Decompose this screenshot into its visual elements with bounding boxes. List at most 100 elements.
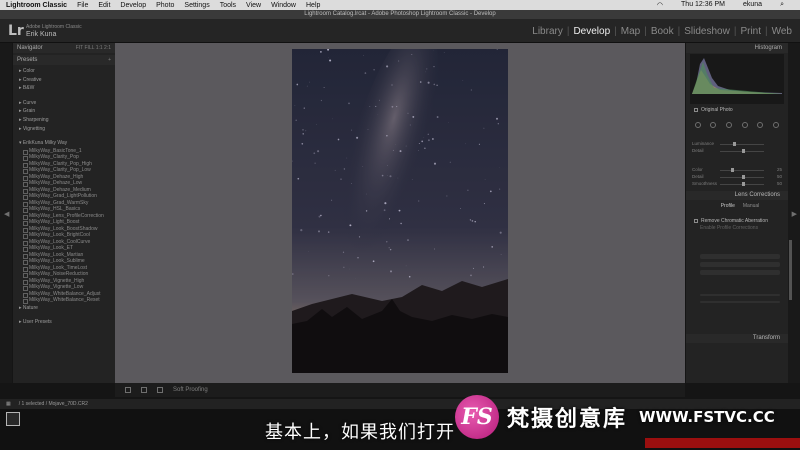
preset-group-mid-3[interactable]: ▸ Vignetting: [19, 125, 115, 134]
filmstrip-info[interactable]: / 1 selected / Mojave_70D.CR2: [19, 401, 88, 407]
preset-group-mid-1[interactable]: ▸ Grain: [19, 107, 115, 116]
presets-header[interactable]: Presets +: [13, 55, 115, 65]
navigator-label: Navigator: [17, 45, 43, 51]
menu-view[interactable]: View: [246, 2, 261, 9]
slider-smoothness[interactable]: Smoothness 50: [690, 181, 784, 188]
user-name: Erik Kuna: [26, 31, 57, 38]
watermark: FS 梵摄创意库 WWW.FSTVC.CC: [455, 395, 775, 439]
preset-item[interactable]: MilkyWay_WhiteBalance_Reset: [19, 297, 115, 304]
red-eye-tool-icon[interactable]: [726, 122, 733, 128]
preset-group-mid-2[interactable]: ▸ Sharpening: [19, 116, 115, 125]
menu-help[interactable]: Help: [306, 2, 320, 9]
menu-settings[interactable]: Settings: [184, 2, 209, 9]
module-map[interactable]: Map: [621, 26, 640, 37]
tab-profile[interactable]: Profile: [721, 203, 735, 209]
slider-label: Luminance: [692, 141, 715, 146]
menu-tools[interactable]: Tools: [220, 2, 236, 9]
module-web[interactable]: Web: [772, 26, 792, 37]
lens-corrections-header[interactable]: Lens Corrections: [686, 191, 788, 200]
adjustment-brush-icon[interactable]: [773, 122, 780, 128]
module-print[interactable]: Print: [740, 26, 761, 37]
tab-manual[interactable]: Manual: [743, 203, 759, 209]
slider-knob[interactable]: [742, 182, 745, 186]
filmstrip-thumbnail[interactable]: [6, 412, 20, 426]
lens-profile-field[interactable]: [700, 270, 780, 275]
lens-make-field[interactable]: [700, 254, 780, 259]
slider-knob[interactable]: [742, 149, 745, 153]
window-title: Lightroom Catalog.lrcat - Adobe Photosho…: [0, 10, 800, 19]
before-after-icon[interactable]: [141, 387, 147, 393]
preset-group-mid-0[interactable]: ▸ Curve: [19, 99, 115, 108]
milky-way-photo[interactable]: [292, 49, 508, 373]
slider-track[interactable]: [720, 144, 764, 145]
remove-ca-label: Remove Chromatic Aberration: [701, 218, 768, 224]
module-develop[interactable]: Develop: [573, 26, 610, 37]
user-menu[interactable]: ekuna: [743, 1, 762, 9]
transform-header[interactable]: Transform: [686, 334, 788, 343]
menu-develop[interactable]: Develop: [120, 2, 146, 9]
remove-chromatic-aberration-checkbox[interactable]: Remove Chromatic Aberration: [694, 218, 768, 224]
navigator-zoom[interactable]: FIT FILL 1:1 2:1: [76, 45, 111, 51]
crop-tool-icon[interactable]: [694, 122, 701, 128]
slider-label: Smoothness: [692, 181, 718, 186]
presets-label: Presets: [17, 57, 38, 63]
video-subtitle: 基本上，如果我们打开: [265, 422, 455, 443]
preset-group-user[interactable]: ▸ User Presets: [19, 318, 115, 327]
soft-proofing-checkbox[interactable]: [157, 387, 163, 393]
vignetting-slider[interactable]: [700, 301, 780, 303]
slider-label: Color: [692, 167, 703, 172]
slider-knob[interactable]: [742, 175, 745, 179]
spot-removal-tool-icon[interactable]: [710, 122, 717, 128]
slider-detail[interactable]: Detail: [690, 148, 784, 155]
lightroom-logo: Lr: [8, 23, 24, 39]
grid-view-icon[interactable]: ▦: [6, 401, 11, 407]
lens-model-field[interactable]: [700, 262, 780, 267]
identity-plate: Lr Adobe Lightroom Classic Erik Kuna Lib…: [0, 19, 800, 43]
search-icon[interactable]: ⌕: [780, 1, 784, 9]
menu-edit[interactable]: Edit: [98, 2, 110, 9]
right-panel-scrollbar[interactable]: [789, 240, 792, 300]
distortion-slider[interactable]: [700, 294, 780, 296]
preset-group-milky-way[interactable]: ▾ ErikKuna Milky Way: [19, 139, 115, 148]
histogram-header[interactable]: Histogram: [686, 43, 788, 53]
lens-tabs: Profile Manual: [700, 203, 780, 209]
histogram[interactable]: [690, 54, 784, 104]
preset-group-2[interactable]: ▸ B&W: [19, 84, 115, 93]
slider-track[interactable]: [720, 170, 764, 171]
module-book[interactable]: Book: [651, 26, 674, 37]
preset-group-1[interactable]: ▸ Creative: [19, 76, 115, 85]
product-name: Adobe Lightroom Classic: [26, 24, 82, 30]
menu-window[interactable]: Window: [271, 2, 296, 9]
add-preset-icon[interactable]: +: [108, 57, 111, 63]
menu-photo[interactable]: Photo: [156, 2, 174, 9]
graduated-filter-icon[interactable]: [741, 122, 748, 128]
slider-label: Detail: [692, 174, 704, 179]
wifi-icon[interactable]: ◠: [657, 1, 663, 9]
navigator-header[interactable]: Navigator FIT FILL 1:1 2:1: [13, 43, 115, 53]
collapse-left-arrow-icon[interactable]: ◀: [4, 210, 9, 218]
menu-file[interactable]: File: [77, 2, 88, 9]
original-photo-checkbox[interactable]: Original Photo: [694, 107, 733, 113]
watermark-brand: 梵摄创意库: [507, 407, 628, 432]
slider-luminance[interactable]: Luminance: [690, 141, 784, 148]
watermark-logo: FS: [455, 395, 499, 439]
slider-detail[interactable]: Detail 50: [690, 174, 784, 181]
radial-filter-icon[interactable]: [757, 122, 764, 128]
collapse-right-arrow-icon[interactable]: ▶: [792, 210, 797, 218]
menu-bar: Lightroom Classic File Edit Develop Phot…: [0, 0, 800, 10]
enable-profile-label: Enable Profile Corrections: [700, 225, 759, 231]
preset-group-0[interactable]: ▸ Color: [19, 67, 115, 76]
module-library[interactable]: Library: [532, 26, 563, 37]
app-menu[interactable]: Lightroom Classic: [6, 2, 67, 9]
enable-profile-corrections-checkbox[interactable]: Enable Profile Corrections: [700, 225, 758, 231]
slider-knob[interactable]: [731, 168, 734, 172]
presets-list: ▸ Color ▸ Creative ▸ B&W ▸ Curve ▸ Grain ▸ Sh…: [13, 65, 115, 327]
module-slideshow[interactable]: Slideshow: [684, 26, 730, 37]
slider-knob[interactable]: [733, 142, 737, 146]
slider-color[interactable]: Color 25: [690, 167, 784, 174]
loupe-view-icon[interactable]: [125, 387, 131, 393]
clock[interactable]: Thu 12:36 PM: [681, 1, 725, 9]
soft-proofing-label: Soft Proofing: [173, 387, 208, 393]
preset-group-nature[interactable]: ▸ Nature: [19, 304, 115, 313]
slider-value: 25: [776, 167, 782, 172]
